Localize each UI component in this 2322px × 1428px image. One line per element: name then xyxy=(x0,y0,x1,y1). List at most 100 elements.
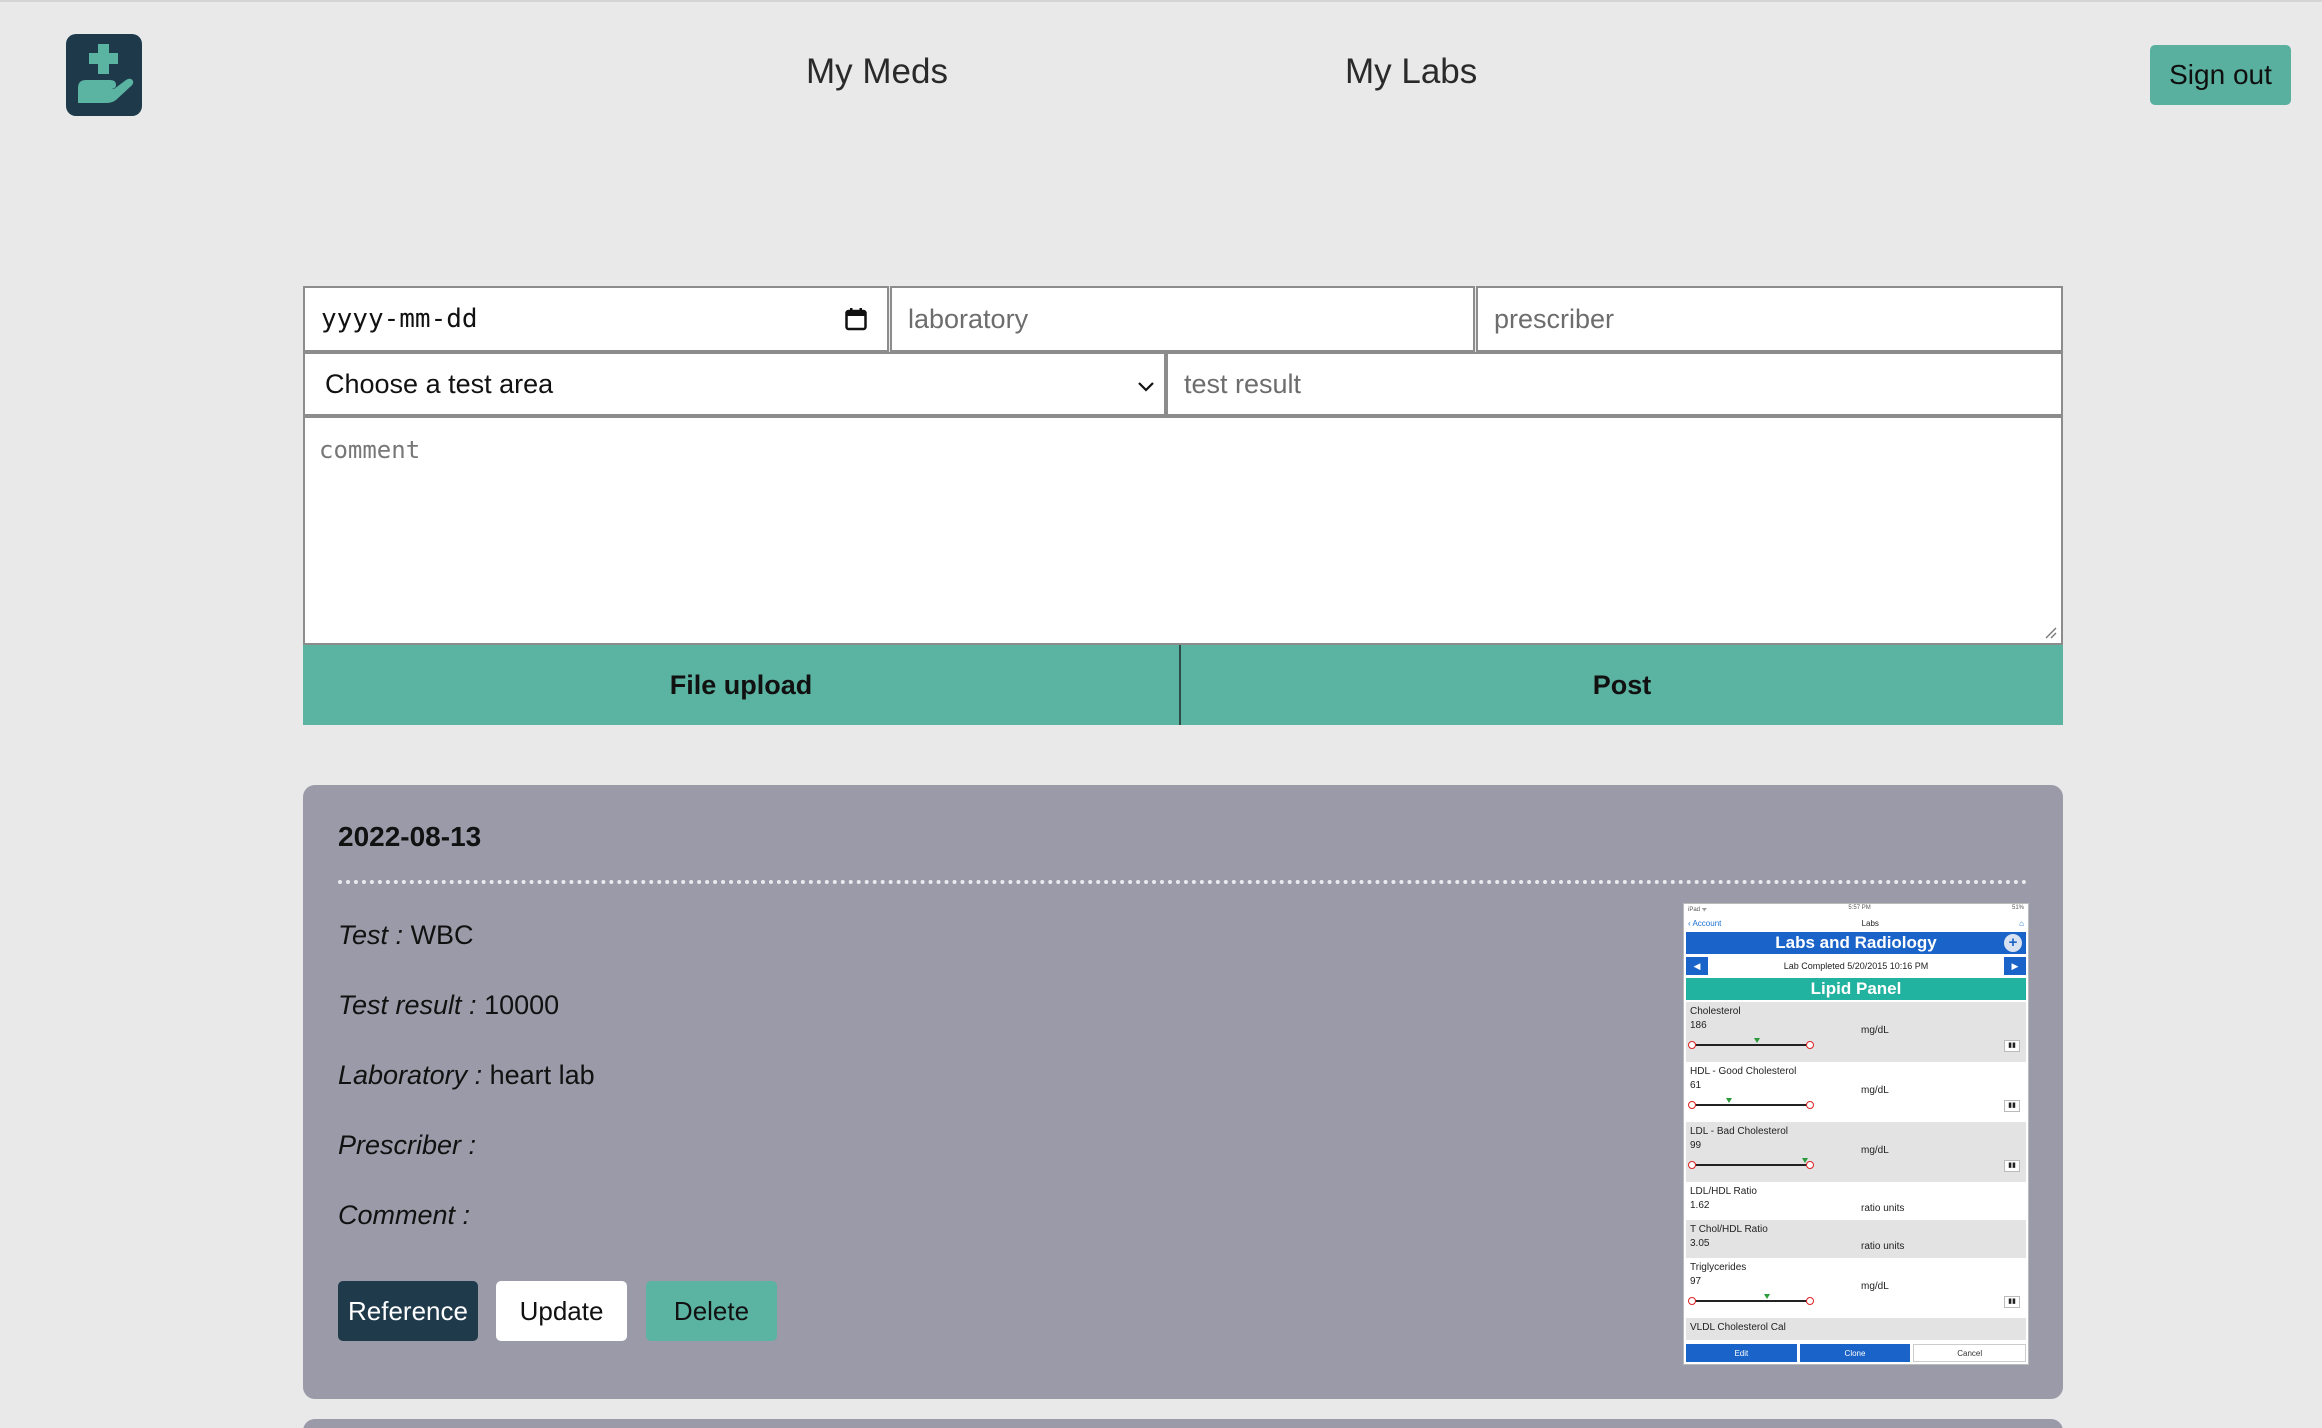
test-area-select[interactable]: Choose a test area xyxy=(303,352,1166,416)
thumb-item-unit: mg/dL xyxy=(1861,1025,1889,1036)
thumb-item-value: 186 xyxy=(1690,1020,1707,1031)
record-date: 2022-08-13 xyxy=(338,821,482,852)
thumb-item-unit: ratio units xyxy=(1861,1241,1905,1252)
test-value: WBC xyxy=(410,920,474,950)
test-result-input[interactable]: test result xyxy=(1166,352,2063,416)
thumb-edit: Edit xyxy=(1686,1344,1797,1362)
thumb-back-label: Account xyxy=(1692,918,1722,928)
thumb-gauge-marker xyxy=(1802,1158,1808,1163)
next-arrow-icon: ▶ xyxy=(2003,957,2026,975)
home-icon: ⌂ xyxy=(2019,918,2024,928)
thumb-gauge xyxy=(1688,1041,1814,1049)
chart-icon: ▮▮ xyxy=(2004,1160,2020,1172)
chart-icon: ▮▮ xyxy=(2004,1296,2020,1308)
thumb-status-time: 5:57 PM xyxy=(1848,905,1871,911)
file-upload-button[interactable]: File upload xyxy=(303,645,1181,725)
thumb-nav-title: Labs xyxy=(1861,918,1879,928)
test-result-value: 10000 xyxy=(484,990,560,1020)
thumb-status-left: iPad ᯤ xyxy=(1688,907,1708,913)
next-lab-record-card xyxy=(303,1419,2063,1428)
thumb-gauge xyxy=(1688,1161,1814,1169)
chart-icon: ▮▮ xyxy=(2004,1040,2020,1052)
comment-textarea[interactable]: comment xyxy=(303,416,2063,645)
thumb-gauge xyxy=(1688,1297,1814,1305)
test-result-placeholder: test result xyxy=(1184,368,1302,399)
thumb-completed-bar: ◀ Lab Completed 5/20/2015 10:16 PM ▶ xyxy=(1686,956,2026,976)
thumb-gauge xyxy=(1688,1101,1814,1109)
thumb-cancel: Cancel xyxy=(1913,1344,2027,1362)
thumb-item: LDL/HDL Ratio 1.62 ratio units xyxy=(1686,1182,2026,1220)
test-area-selected: Choose a test area xyxy=(325,368,554,399)
post-button[interactable]: Post xyxy=(1181,645,2063,725)
lab-report-thumbnail[interactable]: iPad ᯤ 5:57 PM 51% ‹ Account Labs ⌂ Labs… xyxy=(1683,903,2029,1365)
comment-label: Comment : xyxy=(338,1200,471,1230)
thumb-item-unit: mg/dL xyxy=(1861,1281,1889,1292)
thumb-item: Cholesterol 186 mg/dL ▮▮ xyxy=(1686,1002,2026,1062)
laboratory-value: heart lab xyxy=(489,1060,595,1090)
thumb-item: T Chol/HDL Ratio 3.05 ratio units xyxy=(1686,1220,2026,1258)
laboratory-input[interactable]: laboratory xyxy=(890,286,1475,352)
test-result-label: Test result : xyxy=(338,990,477,1020)
thumb-item-name: Triglycerides xyxy=(1690,1262,1747,1273)
thumb-item: Triglycerides 97 mg/dL ▮▮ xyxy=(1686,1258,2026,1318)
hand-plus-icon xyxy=(78,44,134,103)
thumb-item-name: VLDL Cholesterol Cal xyxy=(1690,1322,1786,1333)
thumb-completed: Lab Completed 5/20/2015 10:16 PM xyxy=(1783,961,1929,971)
laboratory-placeholder: laboratory xyxy=(908,303,1029,334)
thumb-clone: Clone xyxy=(1799,1344,1911,1362)
date-input[interactable]: yyyy-mm-dd xyxy=(303,286,889,352)
thumb-item: HDL - Good Cholesterol 61 mg/dL ▮▮ xyxy=(1686,1062,2026,1122)
reference-button[interactable]: Reference xyxy=(338,1281,478,1341)
thumb-status-bar: iPad ᯤ 5:57 PM 51% xyxy=(1684,904,2028,914)
thumb-item-value: 61 xyxy=(1690,1080,1702,1091)
comment-placeholder: comment xyxy=(319,436,421,464)
thumb-gauge-marker xyxy=(1754,1038,1760,1043)
test-label: Test : xyxy=(338,920,404,950)
thumb-panel-header: Lipid Panel xyxy=(1686,978,2026,1000)
thumb-item-value: 97 xyxy=(1690,1276,1702,1287)
prev-arrow-icon: ◀ xyxy=(1686,957,1708,975)
thumb-nav-bar: ‹ Account Labs ⌂ xyxy=(1684,914,2028,932)
thumb-item-value: 1.62 xyxy=(1690,1200,1710,1211)
laboratory-label: Laboratory : xyxy=(338,1060,483,1090)
thumb-item-name: HDL - Good Cholesterol xyxy=(1690,1066,1797,1077)
thumb-item-name: T Chol/HDL Ratio xyxy=(1690,1224,1768,1235)
nav-my-meds[interactable]: My Meds xyxy=(806,52,948,92)
calendar-icon[interactable] xyxy=(845,307,867,331)
thumb-item-unit: ratio units xyxy=(1861,1203,1905,1214)
thumb-status-battery: 51% xyxy=(2011,905,2024,911)
thumb-footer: Edit Clone Cancel xyxy=(1686,1344,2027,1362)
thumb-gauge-marker xyxy=(1726,1098,1732,1103)
laboratory-row: Laboratory : heart lab xyxy=(338,1060,595,1091)
thumb-item-value: 99 xyxy=(1690,1140,1702,1151)
prescriber-placeholder: prescriber xyxy=(1494,303,1615,334)
prescriber-row: Prescriber : xyxy=(338,1130,476,1161)
thumb-item-name: LDL - Bad Cholesterol xyxy=(1690,1126,1789,1137)
nav-my-labs[interactable]: My Labs xyxy=(1345,52,1477,92)
date-placeholder: yyyy-mm-dd xyxy=(321,304,478,334)
thumb-item-unit: mg/dL xyxy=(1861,1085,1889,1096)
thumb-title-bar: Labs and Radiology + xyxy=(1686,932,2026,954)
thumb-back: ‹ Account xyxy=(1688,918,1722,928)
plus-icon: + xyxy=(2004,934,2022,952)
thumb-item-value: 3.05 xyxy=(1690,1238,1710,1249)
chart-icon: ▮▮ xyxy=(2004,1100,2020,1112)
prescriber-input[interactable]: prescriber xyxy=(1476,286,2063,352)
chevron-down-icon xyxy=(1138,382,1154,392)
thumb-item-name: LDL/HDL Ratio xyxy=(1690,1186,1757,1197)
thumb-item-name: Cholesterol xyxy=(1690,1006,1741,1017)
comment-row: Comment : xyxy=(338,1200,470,1231)
resize-grip-icon[interactable] xyxy=(2043,625,2057,639)
thumb-gauge-marker xyxy=(1764,1294,1770,1299)
app-logo[interactable] xyxy=(66,34,142,116)
sign-out-button[interactable]: Sign out xyxy=(2150,45,2291,105)
dotted-divider xyxy=(338,880,2028,884)
test-row: Test : WBC xyxy=(338,920,474,951)
thumb-item-unit: mg/dL xyxy=(1861,1145,1889,1156)
delete-button[interactable]: Delete xyxy=(646,1281,777,1341)
prescriber-label: Prescriber : xyxy=(338,1130,477,1160)
lab-record-card: 2022-08-13 Test : WBC Test result : 1000… xyxy=(303,785,2063,1399)
test-result-row: Test result : 10000 xyxy=(338,990,559,1021)
update-button[interactable]: Update xyxy=(496,1281,627,1341)
thumb-title: Labs and Radiology xyxy=(1775,933,1937,952)
